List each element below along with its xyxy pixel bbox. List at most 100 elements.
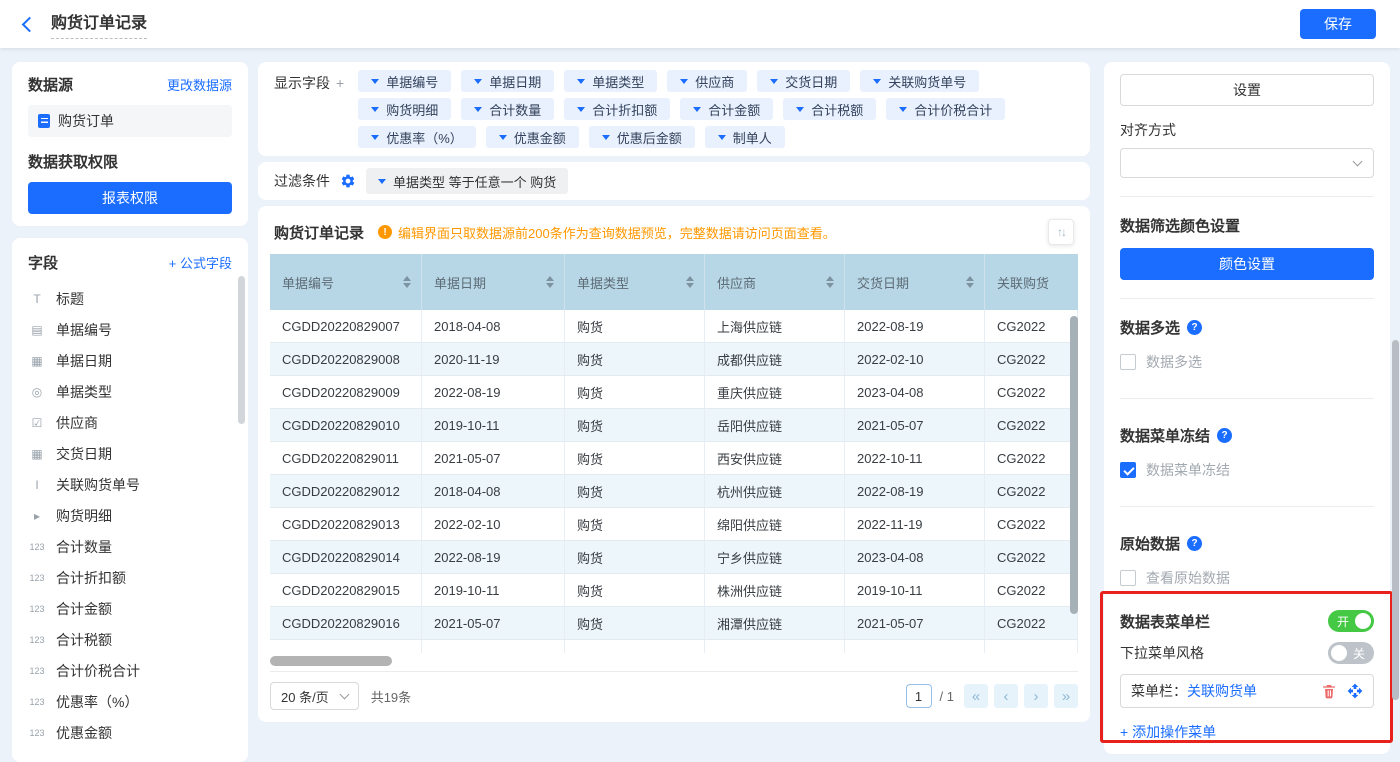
table-row[interactable]: CGDD202208290122018-04-08购货杭州供应链2022-08-… [270, 475, 1078, 508]
table-row[interactable]: CGDD202208290142022-08-19购货宁乡供应链2023-04-… [270, 541, 1078, 574]
add-action-menu-link[interactable]: + 添加操作菜单 [1120, 722, 1216, 742]
menu-bar-toggle[interactable]: 开 [1328, 610, 1374, 632]
sort-arrows-icon[interactable] [966, 276, 974, 288]
table-row[interactable]: CGDD202208290092022-08-19购货重庆供应链2023-04-… [270, 376, 1078, 409]
column-header[interactable]: 单据类型 [565, 254, 705, 310]
field-item[interactable]: ☑供应商 [28, 407, 248, 438]
align-select[interactable] [1120, 148, 1374, 178]
table-cell: CG2022 [985, 343, 1078, 376]
menu-freeze-checkbox[interactable] [1120, 462, 1136, 478]
field-item[interactable]: ▸购货明细 [28, 500, 248, 531]
next-page-button[interactable] [1024, 684, 1048, 708]
menu-bar-item-link[interactable]: 关联购货单 [1187, 681, 1257, 701]
display-field-chip[interactable]: 关联购货单号 [860, 70, 979, 92]
data-table-panel: 购货订单记录 ! 编辑界面只取数据源前200条作为查询数据预览，完整数据请访问页… [258, 206, 1090, 722]
change-datasource-link[interactable]: 更改数据源 [167, 75, 232, 94]
display-field-chip[interactable]: 合计金额 [680, 98, 773, 120]
filter-settings-gear-icon[interactable] [340, 173, 356, 189]
datasource-item-label: 购货订单 [58, 111, 114, 131]
field-item[interactable]: 123优惠金额 [28, 717, 248, 748]
column-header[interactable]: 单据日期 [422, 254, 565, 310]
sort-arrows-icon[interactable] [686, 276, 694, 288]
display-field-chip[interactable]: 单据类型 [564, 70, 657, 92]
display-field-chip[interactable]: 合计折扣额 [564, 98, 670, 120]
display-field-chip[interactable]: 制单人 [705, 126, 785, 148]
menu-bar-item: 菜单栏： 关联购货单 [1120, 674, 1374, 708]
column-header-label: 供应商 [717, 273, 756, 292]
sort-arrows-icon[interactable] [403, 276, 411, 288]
column-header[interactable]: 单据编号 [270, 254, 422, 310]
display-fields-panel: 显示字段+ 单据编号单据日期单据类型供应商交货日期关联购货单号购货明细合计数量合… [258, 62, 1090, 156]
display-field-chip[interactable]: 优惠金额 [486, 126, 579, 148]
field-item[interactable]: ▦交货日期 [28, 438, 248, 469]
field-item[interactable]: I关联购货单号 [28, 469, 248, 500]
back-icon[interactable] [22, 16, 38, 32]
color-settings-button[interactable]: 颜色设置 [1120, 248, 1374, 280]
table-row[interactable]: CGDD202208290112021-05-07购货西安供应链2022-10-… [270, 442, 1078, 475]
field-item[interactable]: 123合计折扣额 [28, 562, 248, 593]
field-item[interactable]: 123优惠率（%） [28, 686, 248, 717]
page-number-input[interactable]: 1 [906, 684, 932, 708]
table-row[interactable]: CGDD202208290072018-04-08购货上海供应链2022-08-… [270, 310, 1078, 343]
window-scrollbar-thumb[interactable] [1392, 340, 1399, 700]
first-page-button[interactable] [964, 684, 988, 708]
help-icon[interactable]: ? [1187, 536, 1202, 551]
table-sort-icon[interactable] [1048, 219, 1074, 245]
display-field-chip[interactable]: 优惠后金额 [589, 126, 695, 148]
display-field-chip[interactable]: 合计税额 [783, 98, 876, 120]
previous-page-button[interactable] [994, 684, 1018, 708]
table-row[interactable]: CGDD202208290082020-11-19购货成都供应链2022-02-… [270, 343, 1078, 376]
help-icon[interactable]: ? [1187, 320, 1202, 335]
display-field-chip[interactable]: 合计价税合计 [886, 98, 1005, 120]
table-horizontal-scrollbar-thumb[interactable] [270, 656, 392, 666]
chip-label: 制单人 [733, 128, 772, 147]
raw-data-checkbox[interactable] [1120, 570, 1136, 586]
display-field-chip[interactable]: 供应商 [667, 70, 747, 92]
report-permission-button[interactable]: 报表权限 [28, 182, 232, 214]
move-menu-icon[interactable] [1347, 683, 1363, 699]
sort-arrows-icon[interactable] [826, 276, 834, 288]
field-item[interactable]: ▦单据日期 [28, 345, 248, 376]
fields-scrollbar-thumb[interactable] [238, 276, 245, 424]
table-row[interactable]: CGDD202208290132022-02-10购货绵阳供应链2022-11-… [270, 508, 1078, 541]
save-button[interactable]: 保存 [1300, 9, 1376, 39]
display-field-chip[interactable]: 交货日期 [757, 70, 850, 92]
sort-arrows-icon[interactable] [546, 276, 554, 288]
form-file-icon [38, 114, 50, 128]
table-cell: 宁乡供应链 [705, 541, 845, 574]
field-item[interactable]: ◎单据类型 [28, 376, 248, 407]
table-vertical-scrollbar-thumb[interactable] [1070, 316, 1078, 614]
display-field-chip[interactable]: 优惠率（%） [358, 126, 476, 148]
add-display-field-button[interactable]: + [336, 75, 344, 91]
help-icon[interactable]: ? [1217, 428, 1232, 443]
table-row[interactable]: CGDD202208290102019-10-11购货岳阳供应链2021-05-… [270, 409, 1078, 442]
column-header[interactable]: 供应商 [705, 254, 845, 310]
multi-select-checkbox[interactable] [1120, 354, 1136, 370]
last-page-button[interactable] [1054, 684, 1078, 708]
total-count: 共19条 [371, 687, 411, 706]
display-field-chip[interactable]: 购货明细 [358, 98, 451, 120]
field-item[interactable]: 123合计数量 [28, 531, 248, 562]
field-item[interactable]: T标题 [28, 283, 248, 314]
display-field-chip[interactable]: 单据日期 [461, 70, 554, 92]
page-size-select[interactable]: 20 条/页 [270, 682, 359, 710]
toggle-knob [1355, 613, 1371, 629]
column-header[interactable]: 关联购货 [985, 254, 1078, 310]
filter-condition-tag[interactable]: 单据类型 等于任意一个 购货 [366, 168, 568, 194]
field-item[interactable]: ▤单据编号 [28, 314, 248, 345]
display-field-chip[interactable]: 合计数量 [461, 98, 554, 120]
field-item-label: 供应商 [56, 413, 98, 433]
field-item[interactable]: 123合计价税合计 [28, 655, 248, 686]
delete-menu-icon[interactable] [1321, 683, 1337, 699]
display-field-chip[interactable]: 单据编号 [358, 70, 451, 92]
chip-label: 单据日期 [489, 72, 541, 91]
dropdown-style-toggle[interactable]: 关 [1328, 642, 1374, 664]
field-item[interactable]: 123合计金额 [28, 593, 248, 624]
table-row[interactable]: CGDD202208290162021-05-07购货湘潭供应链2021-05-… [270, 607, 1078, 640]
column-header[interactable]: 交货日期 [845, 254, 985, 310]
add-formula-field-link[interactable]: + 公式字段 [169, 253, 232, 272]
field-item[interactable]: 123合计税额 [28, 624, 248, 655]
datasource-item[interactable]: 购货订单 [28, 105, 232, 137]
table-row[interactable]: CGDD202208290152019-10-11购货株洲供应链2019-10-… [270, 574, 1078, 607]
settings-button[interactable]: 设置 [1120, 74, 1374, 106]
